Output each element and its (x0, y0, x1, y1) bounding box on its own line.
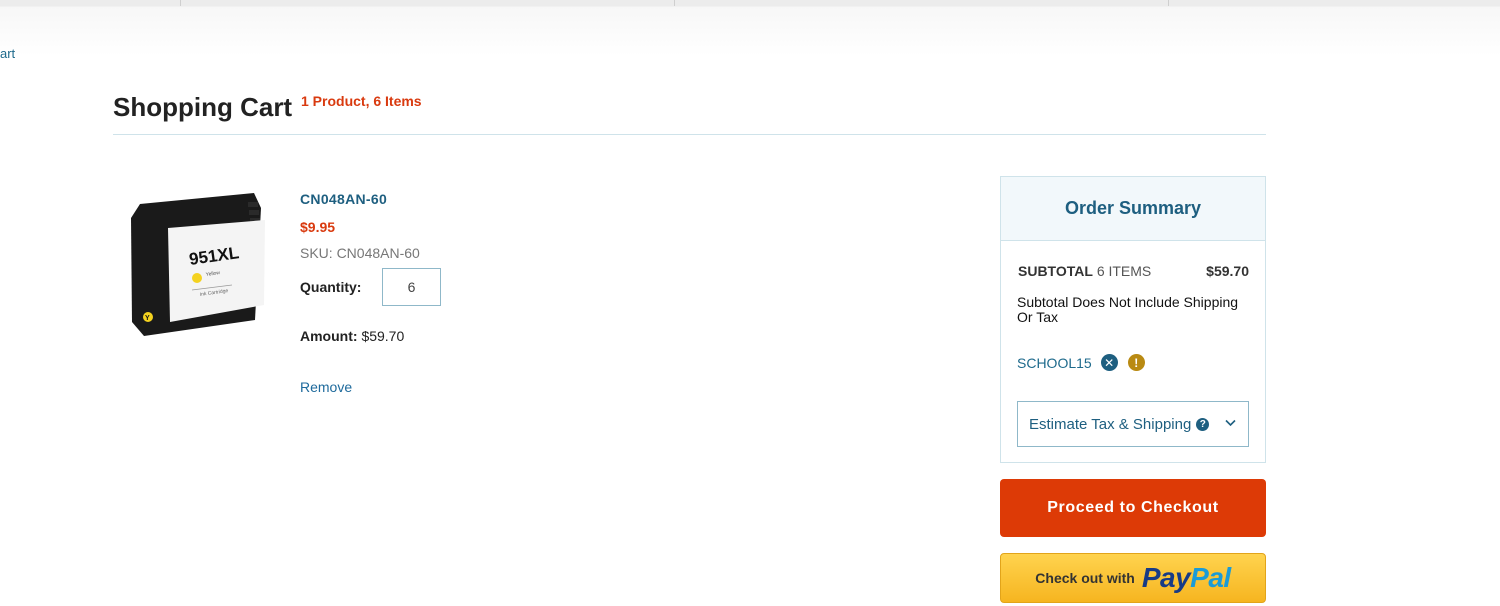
paypal-checkout-button[interactable]: Check out with PayPal (1000, 553, 1266, 603)
subtotal-items: 6 ITEMS (1096, 263, 1152, 279)
paypal-logo: PayPal (1141, 562, 1231, 593)
cart-count: 1 Product, 6 Items (301, 93, 422, 109)
subtotal-row: SUBTOTAL 6 ITEMS $59.70 (1018, 263, 1249, 279)
order-summary-title: Order Summary (1001, 177, 1265, 241)
amount-value: $59.70 (361, 328, 405, 344)
product-sku: SKU: CN048AN-60 (300, 245, 420, 261)
estimate-tax-shipping-toggle[interactable]: Estimate Tax & Shipping ? (1017, 401, 1249, 447)
product-name-link[interactable]: CN048AN-60 (300, 191, 387, 207)
paypal-prefix: Check out with (1035, 570, 1135, 586)
remove-coupon-icon[interactable]: ✕ (1100, 354, 1118, 371)
quantity-input[interactable] (382, 268, 441, 306)
proceed-to-checkout-button[interactable]: Proceed to Checkout (1000, 479, 1266, 537)
page-title: Shopping Cart (113, 92, 293, 122)
amount-label: Amount: (300, 328, 358, 344)
question-circle-icon[interactable]: ? (1196, 417, 1210, 431)
ink-cartridge-image: 951XL Yellow Ink Cartridge Y (131, 193, 265, 336)
applied-coupon: SCHOOL15 ✕ ! (1017, 354, 1145, 371)
warning-icon[interactable]: ! (1127, 354, 1145, 371)
subtotal-note: Subtotal Does Not Include Shipping Or Ta… (1017, 294, 1239, 325)
product-price: $9.95 (300, 219, 336, 235)
quantity-label: Quantity: (300, 279, 362, 295)
nav-divider (180, 0, 181, 6)
order-summary-panel: Order Summary SUBTOTAL 6 ITEMS $59.70 Su… (1000, 176, 1266, 463)
nav-divider (674, 0, 675, 6)
estimate-label: Estimate Tax & Shipping (1029, 415, 1192, 433)
line-amount: Amount: $59.70 (300, 328, 404, 344)
product-image[interactable]: 951XL Yellow Ink Cartridge Y (128, 190, 268, 345)
nav-divider (1168, 0, 1169, 6)
top-navigation-bar (0, 0, 1500, 56)
chevron-down-icon (1225, 415, 1236, 430)
subtotal-value: $59.70 (1206, 263, 1249, 279)
title-divider (113, 134, 1266, 135)
remove-item-link[interactable]: Remove (300, 379, 352, 395)
subtotal-label: SUBTOTAL (1018, 263, 1093, 279)
breadcrumb-link-cart[interactable]: art (0, 46, 15, 61)
coupon-code: SCHOOL15 (1017, 354, 1092, 371)
cartridge-letter: Y (145, 315, 150, 322)
